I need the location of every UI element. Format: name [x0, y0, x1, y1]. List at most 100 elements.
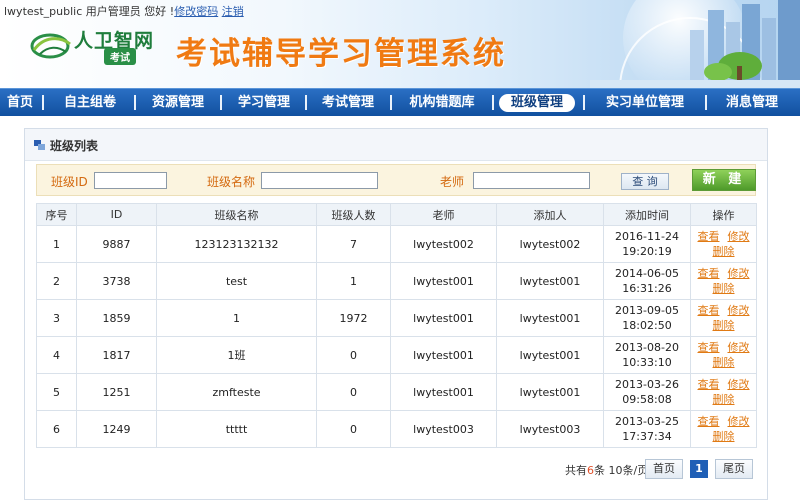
cell-class-name: 1班 [156, 336, 317, 374]
col-header-creator: 添加人 [496, 203, 604, 226]
cell-class-name: zmfteste [156, 373, 317, 411]
nav-item-resources[interactable]: 资源管理 [138, 89, 218, 116]
logo: 人卫智网 考试 [30, 26, 170, 68]
cell-creator: lwytest001 [496, 262, 604, 300]
nav-item-class-management[interactable]: 班级管理 [494, 89, 580, 116]
nav-item-learning[interactable]: 学习管理 [224, 89, 304, 116]
greeting: 用户管理员 您好 ! [85, 5, 175, 18]
nav-separator [305, 95, 307, 110]
user-bar: lwytest_public 用户管理员 您好 !修改密码 注销 [4, 3, 244, 19]
nav-separator [705, 95, 707, 110]
col-header-teacher: 老师 [390, 203, 497, 226]
view-link[interactable]: 查看 [698, 378, 720, 391]
cell-teacher: lwytest001 [390, 373, 497, 411]
table-row: 6 1249 ttttt 0 lwytest003 lwytest003 201… [36, 410, 757, 448]
edit-link[interactable]: 修改 [728, 230, 750, 243]
class-name-input[interactable] [261, 172, 378, 189]
view-link[interactable]: 查看 [698, 415, 720, 428]
logo-badge: 考试 [104, 48, 136, 65]
table-row: 5 1251 zmfteste 0 lwytest001 lwytest001 … [36, 373, 757, 411]
col-header-class-name: 班级名称 [156, 203, 317, 226]
cell-actions: 查看 修改删除 [690, 336, 757, 374]
delete-link[interactable]: 删除 [713, 430, 735, 443]
class-id-input[interactable] [94, 172, 167, 189]
new-class-button[interactable]: 新 建 [692, 169, 756, 191]
cell-count: 1 [316, 262, 391, 300]
cell-teacher: lwytest001 [390, 299, 497, 337]
cell-id: 1251 [76, 373, 157, 411]
total-count-text: 共有6条 10条/页 [565, 462, 648, 478]
nav-item-class-management-label: 班级管理 [498, 94, 575, 112]
class-name-label: 班级名称 [207, 175, 256, 189]
cell-actions: 查看 修改删除 [690, 299, 757, 337]
delete-link[interactable]: 删除 [713, 319, 735, 332]
nav-separator [134, 95, 136, 110]
table-row: 4 1817 1班 0 lwytest001 lwytest001 2013-0… [36, 336, 757, 374]
edit-link[interactable]: 修改 [728, 267, 750, 280]
view-link[interactable]: 查看 [698, 267, 720, 280]
nav-separator [583, 95, 585, 110]
cell-count: 1972 [316, 299, 391, 337]
cell-count: 7 [316, 225, 391, 263]
cell-class-name: 1 [156, 299, 317, 337]
col-header-time: 添加时间 [603, 203, 691, 226]
delete-link[interactable]: 删除 [713, 356, 735, 369]
cell-creator: lwytest001 [496, 336, 604, 374]
cell-actions: 查看 修改删除 [690, 262, 757, 300]
search-button[interactable]: 查 询 [621, 173, 669, 190]
class-id-label: 班级ID [51, 175, 88, 189]
table-row: 2 3738 test 1 lwytest001 lwytest001 2014… [36, 262, 757, 300]
col-header-actions: 操作 [690, 203, 757, 226]
nav-item-exam[interactable]: 考试管理 [308, 89, 388, 116]
delete-link[interactable]: 删除 [713, 245, 735, 258]
edit-link[interactable]: 修改 [728, 341, 750, 354]
cell-id: 1249 [76, 410, 157, 448]
change-password-link[interactable]: 修改密码 [174, 5, 218, 18]
edit-link[interactable]: 修改 [728, 415, 750, 428]
page-header: lwytest_public 用户管理员 您好 !修改密码 注销 人卫智网 考试… [0, 0, 800, 88]
cell-no: 3 [36, 299, 77, 337]
delete-link[interactable]: 删除 [713, 393, 735, 406]
cell-no: 2 [36, 262, 77, 300]
delete-link[interactable]: 删除 [713, 282, 735, 295]
view-link[interactable]: 查看 [698, 230, 720, 243]
logout-link[interactable]: 注销 [222, 5, 244, 18]
panel-header: 班级列表 [25, 129, 767, 161]
cell-actions: 查看 修改删除 [690, 225, 757, 263]
search-bar: 班级ID 班级名称 老师 查 询 新 建 [36, 164, 756, 196]
cell-teacher: lwytest003 [390, 410, 497, 448]
cell-time: 2013-03-26 09:58:08 [603, 373, 691, 411]
nav-separator [42, 95, 44, 110]
nav-item-auto-paper[interactable]: 自主组卷 [48, 89, 132, 116]
cell-actions: 查看 修改删除 [690, 410, 757, 448]
class-table: 序号 ID 班级名称 班级人数 老师 添加人 添加时间 操作 1 9887 12… [36, 203, 757, 448]
edit-link[interactable]: 修改 [728, 378, 750, 391]
panel-title: 班级列表 [50, 139, 99, 153]
nav-item-home[interactable]: 首页 [0, 89, 40, 116]
col-header-no: 序号 [36, 203, 77, 226]
main-nav: 首页 自主组卷 资源管理 学习管理 考试管理 机构错题库 班级管理 实习单位管理… [0, 88, 800, 116]
table-row: 1 9887 123123132132 7 lwytest002 lwytest… [36, 225, 757, 263]
view-link[interactable]: 查看 [698, 304, 720, 317]
cell-id: 9887 [76, 225, 157, 263]
edit-link[interactable]: 修改 [728, 304, 750, 317]
last-page-button[interactable]: 尾页 [715, 459, 753, 479]
cell-no: 4 [36, 336, 77, 374]
cell-class-name: ttttt [156, 410, 317, 448]
cell-time: 2013-09-05 18:02:50 [603, 299, 691, 337]
cell-teacher: lwytest001 [390, 262, 497, 300]
cell-time: 2014-06-05 16:31:26 [603, 262, 691, 300]
nav-item-internship[interactable]: 实习单位管理 [586, 89, 704, 116]
first-page-button[interactable]: 首页 [645, 459, 683, 479]
teacher-input[interactable] [473, 172, 590, 189]
cell-count: 0 [316, 336, 391, 374]
teacher-label: 老师 [440, 175, 465, 189]
nav-item-error-bank[interactable]: 机构错题库 [394, 89, 490, 116]
cell-creator: lwytest002 [496, 225, 604, 263]
cell-id: 1859 [76, 299, 157, 337]
total-prefix: 共有 [565, 464, 587, 477]
cell-time: 2013-03-25 17:37:34 [603, 410, 691, 448]
current-page-button[interactable]: 1 [690, 460, 708, 478]
nav-item-messages[interactable]: 消息管理 [708, 89, 796, 116]
view-link[interactable]: 查看 [698, 341, 720, 354]
